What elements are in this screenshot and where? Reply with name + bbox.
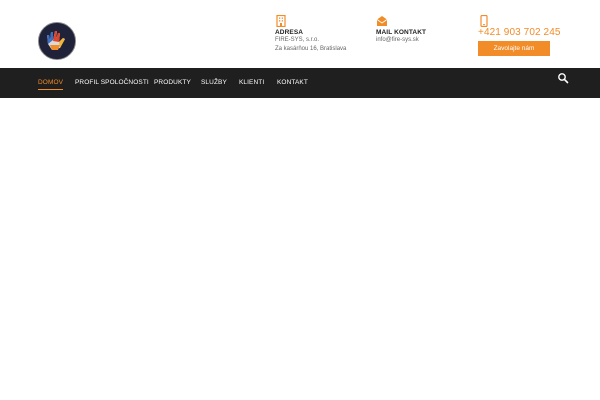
mail-block: MAIL KONTAKT info@fire-sys.sk [376, 14, 426, 45]
nav-item-produkty[interactable]: PRODUKTY [154, 68, 191, 98]
building-icon [275, 14, 287, 28]
nav-item-label: PRODUKTY [154, 79, 191, 86]
address-block: ADRESA FIRE-SYS, s.r.o. Za kasárňou 16, … [275, 14, 346, 54]
envelope-icon [376, 14, 388, 27]
address-title: ADRESA [275, 29, 304, 36]
nav-item-label: DOMOV [38, 79, 64, 86]
phone-number[interactable]: +421 903 702 245 [478, 27, 561, 38]
address-street: Za kasárňou 16, Bratislava [275, 46, 347, 52]
hand-logo-icon[interactable] [38, 22, 76, 60]
page-content-area [0, 98, 600, 400]
nav-item-klienti[interactable]: KLIENTI [239, 68, 264, 98]
nav-item-domov[interactable]: DOMOV [38, 68, 64, 98]
nav-item-kontakt[interactable]: KONTAKT [277, 68, 308, 98]
active-underline [38, 89, 64, 90]
call-us-button[interactable]: Zavolajte nám [478, 41, 550, 56]
nav-item-label: KONTAKT [277, 79, 308, 86]
site-header: ADRESA FIRE-SYS, s.r.o. Za kasárňou 16, … [0, 0, 600, 68]
nav-item-profil-spolocnosti[interactable]: PROFIL SPOLOČNOSTI [75, 68, 149, 98]
phone-icon [478, 14, 490, 28]
nav-item-label: PROFIL SPOLOČNOSTI [75, 79, 149, 86]
nav-item-label: KLIENTI [239, 79, 265, 86]
nav-item-label: SLUŽBY [201, 79, 227, 86]
main-navigation: DOMOV PROFIL SPOLOČNOSTI PRODUKTY SLUŽBY… [0, 68, 600, 98]
search-icon[interactable] [557, 71, 569, 84]
mail-title: MAIL KONTAKT [376, 29, 427, 36]
phone-block: +421 903 702 245 Zavolajte nám [478, 14, 561, 56]
mail-address-link[interactable]: info@fire-sys.sk [376, 36, 426, 45]
nav-item-sluzby[interactable]: SLUŽBY [201, 68, 227, 98]
address-company: FIRE-SYS, s.r.o. [275, 37, 320, 43]
